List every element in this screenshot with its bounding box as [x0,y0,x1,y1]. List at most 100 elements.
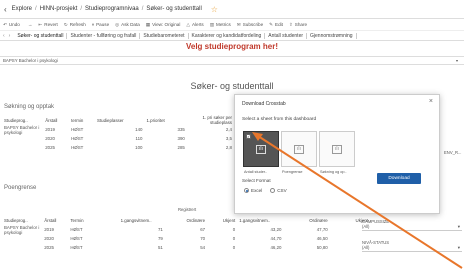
share-button[interactable]: ⇪ Share [289,22,307,28]
undo-icon: ↶ [3,21,7,27]
year-cell: 2020 [45,136,55,141]
metrics-label: Metrics [216,22,231,27]
value-cell: 47,70 [316,227,328,232]
sheet-option-poengrense[interactable]: ılı Poengrense [281,131,317,174]
col-ordinaere: Ordinære [186,218,206,223]
redo-label: → [27,22,33,27]
alerts-label: Alerts [191,22,204,27]
edit-button[interactable]: ✎ Edit [269,22,283,28]
view-button[interactable]: ▦ View: Original [146,22,181,28]
col-studieprog: Studieprog.. [4,117,28,123]
chevron-down-icon: ▾ [455,58,458,63]
refresh-icon: ↻ [63,21,68,27]
refresh-button[interactable]: ↻ Refresh [64,22,86,28]
ratio-cell: 2,4 [225,127,232,132]
col-arstall: Årstall [44,218,57,223]
tab-prev-icon[interactable]: ‹ [3,33,5,39]
table-header-row: Studieprog.. Årstall Termin 1.gangsvitne… [2,216,370,225]
prio-cell: 390 [177,136,185,141]
value-cell: 46,20 [270,245,282,250]
tab-karakterer[interactable]: Karakterer og kandidatfordeling [189,32,266,39]
value-cell: 67 [200,227,206,232]
col-ordinaere-2: Ordinære [309,218,328,223]
soking-table: Studieprog.. Årstall termin Studieplasse… [2,115,234,152]
metrics-icon: ▥ [209,21,215,27]
tab-studiebarometeret[interactable]: Studiebarometeret [140,32,189,39]
campussize-filter[interactable]: CAMPUSSIZE (All) [362,219,462,231]
close-icon[interactable]: × [429,98,433,105]
value-cell: 71 [157,227,163,232]
year-cell: 2025 [45,145,55,150]
program-cell: BAPSY Bachelor i psykologi [4,125,40,135]
view-icon: ▦ [145,21,151,27]
program-cell: BAPSY Bachelor i psykologi [4,225,40,235]
prio-cell: 285 [177,145,185,150]
section-soking-title: Søkning og opptak [4,104,55,110]
tab-studenter-fullforing[interactable]: Studenter - fullføring og frafall [67,32,141,39]
term-cell: HØST [70,245,83,250]
csv-radio[interactable] [270,188,276,193]
table-row: 2020 HØST 79 70 0 44,70 46,50 [2,234,370,243]
favorite-star-icon[interactable]: ☆ [211,5,218,14]
dialog-title: Download Crosstab [242,101,286,107]
metrics-button[interactable]: ▥ Metrics [210,22,231,28]
niva-status-filter[interactable]: NIVÅ-STATUS (All) [362,240,462,252]
program-filter-dropdown[interactable]: BAPSY Bachelor i psykologi ▾ [0,56,464,65]
revert-label: Revert [44,22,58,27]
tab-soker-og-studenttall[interactable]: Søker- og studenttall [14,32,68,39]
sheet-option-antall-studenter[interactable]: ✓ ılı Antall studer.. [243,131,279,174]
view-label: View: Original [152,22,181,27]
crumb-current: Søker- og studenttall [146,6,202,12]
crumb-separator: / [35,6,37,12]
table-row: BAPSY Bachelor i psykologi 2019 HØST 140… [2,125,234,135]
tab-next-icon[interactable]: › [9,33,11,39]
crumb-project[interactable]: HINN-prosjekt [40,6,78,12]
col-ratio: 1. pri søker per studieplass [202,115,232,125]
ask-data-icon: ◎ [115,21,120,27]
breadcrumb: Explore / HINN-prosjekt / Studieprogramn… [12,6,205,12]
tab-gjennomstromning[interactable]: Gjennomstrømning [307,32,357,39]
campussize-value: (All) [362,224,370,229]
pause-button[interactable]: ⏸ Pause [92,22,109,27]
plasser-cell: 110 [135,136,143,141]
campussize-dropdown[interactable]: (All) [362,224,462,231]
excel-label[interactable]: Excel [251,188,262,193]
value-cell: 70 [200,236,206,241]
excel-radio[interactable] [244,188,249,193]
term-cell: HØST [70,236,83,241]
download-crosstab-dialog: Download Crosstab × Select a sheet from … [234,94,440,214]
dialog-subtitle: Select a sheet from this dashboard [242,117,317,122]
revert-button[interactable]: ⇤ Revert [38,22,57,28]
undo-button[interactable]: ↶ Undo [3,22,20,28]
sheet-option-soking[interactable]: ılı Søkning og op.. [319,131,355,174]
format-label: Select Format [242,178,271,183]
redo-button[interactable]: → [26,22,33,27]
sheet-tabs: ‹ › Søker- og studenttall Studenter - fu… [0,31,464,41]
ratio-cell: 2,8 [225,145,232,150]
value-cell: 44,70 [270,236,282,241]
value-cell: 50,80 [316,245,328,250]
crumb-separator: / [80,6,83,12]
alerts-button[interactable]: △ Alerts [186,22,203,28]
share-label: Share [294,22,308,27]
col-studieplasser: Studieplasser [97,117,124,123]
tab-antall-studenter[interactable]: Antall studenter [265,32,308,39]
refresh-label: Refresh [69,22,86,27]
crumb-level[interactable]: Studieprogramnivaa [85,6,139,12]
value-cell: 51 [157,245,163,250]
ask-data-button[interactable]: ◎ Ask Data [115,22,140,28]
year-cell: 2020 [44,236,54,241]
crumb-explore[interactable]: Explore [12,6,32,12]
col-arstall: Årstall [45,117,58,123]
term-cell: HØST [71,127,84,132]
niva-status-dropdown[interactable]: (All) [362,245,462,252]
csv-label[interactable]: CSV [277,188,286,193]
download-button[interactable]: Download [377,173,421,184]
program-filter-value: BAPSY Bachelor i psykologi [3,58,58,63]
col-termin: termin [71,117,84,123]
subscribe-button[interactable]: ✉ Subscribe [237,22,263,28]
value-cell: 54 [200,245,206,250]
col-gangsvitnemal: 1.gangsvitnem.. [120,218,152,223]
back-arrow-icon[interactable]: ‹ [4,5,7,14]
edit-label: Edit [275,22,283,27]
